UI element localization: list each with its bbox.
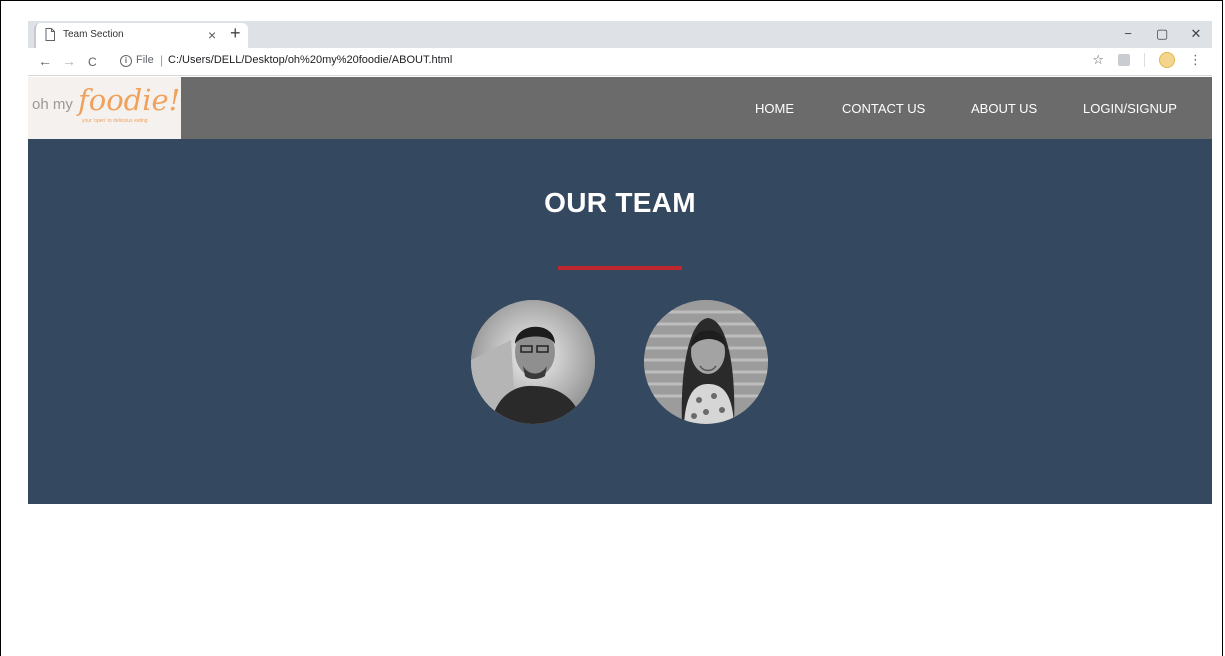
close-window-button[interactable]: ✕ (1190, 23, 1202, 45)
restore-button[interactable]: ▢ (1156, 23, 1168, 45)
new-tab-button[interactable]: + (230, 22, 241, 44)
window-controls: − ▢ ✕ (1122, 23, 1202, 45)
main-nav: HOME CONTACT US ABOUT US LOGIN/SIGNUP (712, 77, 1212, 139)
reload-button[interactable]: C (88, 54, 97, 70)
profile-icon[interactable] (1159, 52, 1175, 68)
team-member-photo-1 (471, 300, 595, 424)
logo-tagline: your 'open' to delicious eating (82, 118, 148, 124)
file-icon (45, 28, 55, 41)
url-text[interactable]: C:/Users/DELL/Desktop/oh%20my%20foodie/A… (168, 54, 452, 66)
toolbar-icons: ☆ ⋮ (1092, 52, 1202, 68)
minimize-button[interactable]: − (1122, 23, 1134, 45)
forward-button[interactable]: → (62, 53, 76, 69)
nav-about-us[interactable]: ABOUT US (971, 101, 1037, 116)
team-section: OUR TEAM (28, 139, 1212, 504)
nav-home[interactable]: HOME (755, 101, 794, 116)
url-separator: | (160, 53, 164, 67)
star-icon[interactable]: ☆ (1092, 52, 1104, 68)
title-divider (558, 266, 682, 270)
logo-prefix: oh my (32, 96, 73, 113)
tab-title: Team Section (63, 29, 124, 40)
tab-close-icon[interactable]: × (208, 26, 216, 44)
tab-strip: Team Section × + − ▢ ✕ (28, 21, 1212, 48)
nav-login-signup[interactable]: LOGIN/SIGNUP (1083, 101, 1177, 116)
omnibox[interactable]: i File | C:/Users/DELL/Desktop/oh%20my%2… (112, 51, 1112, 71)
nav-contact-us[interactable]: CONTACT US (842, 101, 925, 116)
team-member-photo-2 (644, 300, 768, 424)
section-title: OUR TEAM (544, 187, 696, 218)
extension-icon[interactable] (1118, 54, 1130, 66)
menu-icon[interactable]: ⋮ (1189, 52, 1202, 68)
back-button[interactable]: ← (38, 53, 52, 69)
logo-brand: foodie! (78, 83, 181, 117)
file-label: File (136, 54, 154, 66)
site-header: oh my foodie! your 'open' to delicious e… (28, 77, 1212, 139)
toolbar-divider (1144, 53, 1145, 67)
address-bar: ← → C i File | C:/Users/DELL/Desktop/oh%… (28, 48, 1212, 76)
site-logo[interactable]: oh my foodie! your 'open' to delicious e… (28, 77, 181, 139)
browser-tab[interactable]: Team Section × (34, 23, 248, 48)
info-icon[interactable]: i (120, 55, 132, 67)
